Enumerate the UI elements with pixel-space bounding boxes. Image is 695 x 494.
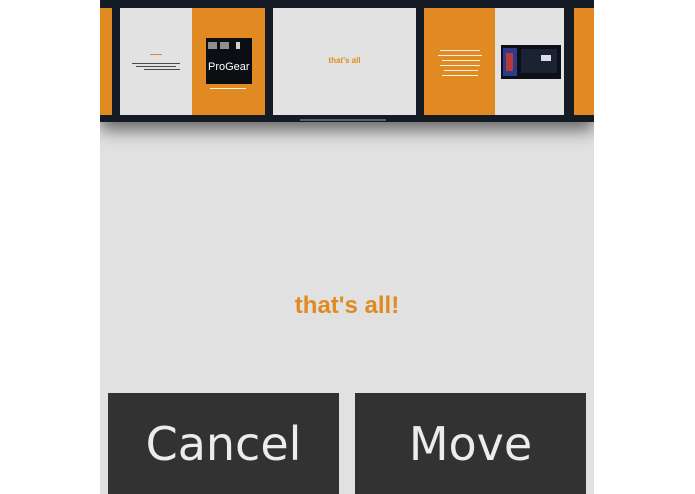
slide-filmstrip[interactable]: ProGear that's all: [100, 0, 594, 122]
thumbnail-photo: [501, 45, 561, 79]
thumbnail-text-line: [210, 88, 246, 89]
thumbnail-text-panel: [424, 8, 495, 115]
slide-thumbnail-partial-right[interactable]: [574, 8, 594, 115]
move-slide-screen: ProGear that's all that's all! Cancel Mo…: [100, 0, 594, 494]
slide-thumbnail-partial-left[interactable]: [100, 8, 112, 115]
thumbnail-text-line: [144, 69, 180, 70]
thumbnail-text-line: [150, 54, 162, 55]
progear-logo: ProGear: [206, 38, 252, 84]
slide-preview-title: that's all!: [294, 292, 400, 319]
thumbnail-text-line: [442, 60, 480, 61]
logo-stripe: [208, 42, 217, 49]
thumbnail-background: [574, 8, 594, 115]
cancel-button[interactable]: Cancel: [108, 393, 339, 494]
thumbnail-text-line: [438, 55, 482, 56]
thumbnail-text-panel: [120, 8, 192, 115]
slide-thumbnail-thats-all[interactable]: that's all: [273, 8, 416, 115]
filmstrip-scroll-indicator: [300, 119, 386, 121]
progear-logo-text: ProGear: [208, 61, 250, 73]
thumbnail-text-line: [440, 65, 480, 66]
slide-thumbnail-title-logo[interactable]: ProGear: [120, 8, 265, 115]
move-button[interactable]: Move: [355, 393, 586, 494]
logo-stripe: [236, 42, 240, 49]
logo-stripe: [220, 42, 229, 49]
thumbnail-text-line: [440, 50, 480, 51]
thumbnail-logo-panel: ProGear: [192, 8, 265, 115]
slide-thumbnail-photo[interactable]: [424, 8, 564, 115]
thumbnail-text-line: [136, 66, 176, 67]
thumbnail-text-line: [132, 63, 180, 64]
thumbnail-text-line: [442, 75, 478, 76]
thumbnail-background: [100, 8, 112, 115]
thumbnail-photo-panel: [495, 8, 564, 115]
thumbnail-text-line: [444, 70, 478, 71]
thumbnail-caption: that's all: [328, 56, 361, 65]
